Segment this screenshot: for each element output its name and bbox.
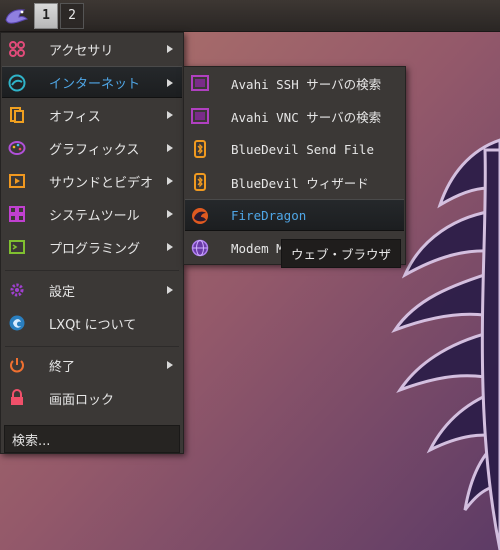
submenu-item-avahi-vnc[interactable]: Avahi VNC サーバの検索	[185, 100, 404, 132]
submenu-arrow-icon	[167, 286, 173, 294]
menu-item-label: システムツール	[49, 208, 140, 224]
settings-icon	[8, 281, 26, 299]
sound-video-icon	[8, 172, 26, 190]
menu-item-label: オフィス	[49, 109, 101, 125]
submenu-item-bluedevil-send-file[interactable]: BlueDevil Send File	[185, 133, 404, 165]
menu-item-shutdown[interactable]: 終了	[2, 349, 182, 381]
workspace-1-button[interactable]: 1	[34, 2, 58, 29]
submenu-arrow-icon	[167, 243, 173, 251]
menu-item-office[interactable]: オフィス	[2, 99, 182, 131]
workspace-2-button[interactable]: 2	[60, 2, 84, 29]
internet-submenu: Avahi SSH サーバの検索 Avahi VNC サーバの検索 BlueDe…	[183, 66, 406, 265]
menu-item-label: サウンドとビデオ	[49, 175, 154, 191]
menu-item-internet[interactable]: インターネット	[2, 66, 182, 98]
submenu-arrow-icon	[167, 79, 173, 87]
lxqt-bird-icon	[5, 8, 28, 24]
submenu-arrow-icon	[167, 361, 173, 369]
submenu-arrow-icon	[167, 144, 173, 152]
menu-separator	[5, 270, 179, 271]
office-icon	[8, 106, 26, 124]
submenu-arrow-icon	[167, 45, 173, 53]
menu-item-about-lxqt[interactable]: LXQt について	[2, 307, 182, 339]
submenu-item-label: Avahi VNC サーバの検索	[231, 109, 382, 125]
menu-item-label: アクセサリ	[49, 43, 114, 59]
menu-item-lock-screen[interactable]: 画面ロック	[2, 382, 182, 414]
menu-item-label: 設定	[49, 284, 76, 300]
system-tools-icon	[8, 205, 26, 223]
menu-item-label: 画面ロック	[49, 392, 115, 408]
main-menu: アクセサリ インターネット オフィス グラフィックス サウンドとビデオ システム	[0, 32, 184, 454]
submenu-item-bluedevil-wizard[interactable]: BlueDevil ウィザード	[185, 166, 404, 198]
lock-icon	[8, 389, 26, 407]
avahi-ssh-icon	[191, 74, 209, 92]
menu-separator	[5, 346, 179, 347]
globe-icon	[191, 239, 209, 257]
submenu-arrow-icon	[167, 210, 173, 218]
menu-item-accessories[interactable]: アクセサリ	[2, 33, 182, 65]
internet-icon	[8, 74, 26, 92]
power-icon	[8, 356, 26, 374]
menu-item-label: インターネット	[49, 76, 141, 92]
submenu-arrow-icon	[167, 177, 173, 185]
menu-item-sound-video[interactable]: サウンドとビデオ	[2, 165, 182, 197]
menu-item-settings[interactable]: 設定	[2, 274, 182, 306]
submenu-item-label: FireDragon	[231, 207, 307, 223]
tooltip: ウェブ・ブラウザ	[281, 239, 402, 268]
submenu-item-avahi-ssh[interactable]: Avahi SSH サーバの検索	[185, 67, 404, 99]
accessories-icon	[8, 40, 26, 58]
bluetooth-icon	[191, 173, 209, 191]
bluetooth-icon	[191, 140, 209, 158]
submenu-item-label: BlueDevil Send File	[231, 141, 374, 157]
submenu-arrow-icon	[167, 111, 173, 119]
about-lxqt-icon	[8, 314, 26, 332]
submenu-item-label: Avahi SSH サーバの検索	[231, 76, 382, 92]
taskbar: 1 2	[0, 0, 500, 32]
menu-item-graphics[interactable]: グラフィックス	[2, 132, 182, 164]
graphics-icon	[8, 139, 26, 157]
start-menu-button[interactable]	[0, 0, 32, 32]
menu-item-label: LXQt について	[49, 317, 137, 333]
avahi-vnc-icon	[191, 107, 209, 125]
menu-item-label: グラフィックス	[49, 142, 140, 158]
menu-item-label: プログラミング	[49, 241, 141, 257]
menu-item-programming[interactable]: プログラミング	[2, 231, 182, 263]
programming-icon	[8, 238, 26, 256]
submenu-item-firedragon[interactable]: FireDragon	[185, 199, 404, 231]
submenu-item-label: BlueDevil ウィザード	[231, 175, 369, 191]
menu-item-label: 終了	[49, 359, 76, 375]
menu-search-input[interactable]: 検索...	[4, 425, 180, 453]
firedragon-icon	[191, 207, 209, 225]
menu-item-system-tools[interactable]: システムツール	[2, 198, 182, 230]
